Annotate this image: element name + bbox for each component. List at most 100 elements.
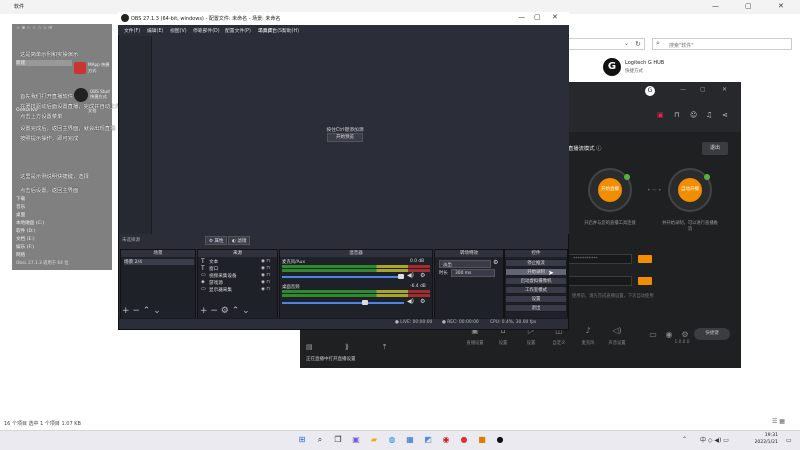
speaker-icon[interactable]: ◁) [604, 326, 630, 335]
start-preview-button[interactable]: 开始预览 [327, 133, 363, 142]
app-icon[interactable]: ■ [476, 434, 488, 446]
volume-slider[interactable] [282, 276, 404, 278]
gift-icon[interactable]: ▣ [657, 111, 664, 119]
exit-button[interactable]: 退出 [505, 304, 567, 312]
minimize-icon[interactable]: — [712, 2, 719, 10]
source-item[interactable]: 显示器采集 [209, 287, 232, 293]
minimize-icon[interactable]: — [518, 13, 525, 21]
address-bar[interactable] [565, 38, 645, 50]
search-icon[interactable]: ⌕ [314, 434, 326, 446]
volume-knob[interactable] [398, 274, 404, 279]
start-icon[interactable]: ⊞ [296, 434, 308, 446]
maximize-icon[interactable]: ▢ [700, 86, 706, 93]
volume-slider[interactable] [282, 302, 404, 304]
search-input[interactable]: 搜索"软件" [652, 38, 792, 50]
exit-button[interactable]: 退出 [702, 142, 728, 155]
scene-icon[interactable]: ▤ [306, 343, 313, 351]
obs-taskbar-icon[interactable]: ● [494, 434, 506, 446]
start-live-button[interactable]: 开始直播 [598, 178, 622, 202]
bell-icon[interactable]: ♫ [706, 111, 712, 119]
add-remove-icons[interactable]: + − ⌃ ⌄ [122, 306, 161, 316]
auto-live-button[interactable]: 自动开播 [678, 178, 702, 202]
gear-icon[interactable]: ⚙ [420, 272, 425, 279]
share-icon[interactable]: ⋖ [722, 111, 728, 119]
obs-icon[interactable] [74, 88, 88, 102]
menu-tools[interactable]: 工具(T) [258, 27, 274, 34]
app-icon[interactable]: ● [458, 434, 470, 446]
duration-input[interactable]: 300 ms [451, 269, 495, 277]
scene-item[interactable]: 场景 2/4 [124, 259, 194, 265]
app-icon[interactable] [74, 62, 86, 74]
start-recording-button[interactable]: 开始录制 [505, 268, 567, 276]
nav-item[interactable]: 桌面 [16, 212, 25, 218]
text-source-icon: T [201, 258, 205, 265]
transition-select[interactable]: 淡出 [439, 260, 491, 268]
logitech-g-logo[interactable]: G [603, 58, 621, 76]
folder-icon[interactable]: ▰ [368, 434, 380, 446]
minimize-icon[interactable]: — [680, 86, 686, 93]
store-icon[interactable]: ▦ [404, 434, 416, 446]
nav-item[interactable]: 本地磁盘 (C:) [16, 220, 44, 226]
menu-view[interactable]: 视图(V) [170, 27, 187, 34]
source-item[interactable]: 文本 [209, 259, 218, 265]
maximize-icon[interactable]: ▢ [534, 13, 541, 21]
edge-icon[interactable]: ◍ [386, 434, 398, 446]
nav-item[interactable]: 文档 (E:) [16, 236, 35, 242]
view-toggle-icon[interactable]: ☰ ▦ [772, 418, 785, 425]
settings-button[interactable]: 设置 [505, 295, 567, 303]
visibility-icons[interactable]: ◉ ⊓ ◉ ⊓ ◉ ⊓ ◉ ⊓ ◉ ⊓ [261, 258, 270, 293]
gear-icon[interactable]: ⚙ [493, 259, 498, 266]
nav-item[interactable]: 新建 [16, 60, 72, 66]
tray-icons[interactable]: 中 ◇ ◀) ▭ [700, 435, 729, 444]
properties-button[interactable]: ⚙ 属性 [205, 236, 228, 245]
speaker-icon[interactable]: ◀) [407, 298, 414, 305]
apply-button[interactable] [638, 255, 652, 263]
microphone-icon[interactable]: ♪ [575, 326, 601, 335]
nav-item[interactable]: 下载 [16, 196, 25, 202]
filters-button[interactable]: ◐ 滤镜 [228, 236, 251, 245]
source-item[interactable]: 视频采集设备 [209, 273, 237, 279]
clock-date[interactable]: 2022/1/21 [748, 440, 778, 445]
app-icon[interactable]: ◉ [440, 434, 452, 446]
volume-knob[interactable] [362, 300, 368, 305]
file-name[interactable]: Logitech G HUB [625, 60, 664, 66]
panel-toolbar[interactable]: ☆ ⊕ ☆ ☆ ☆ ☆ ✉ [16, 26, 52, 31]
maximize-icon[interactable]: ▢ [745, 2, 752, 10]
close-icon[interactable]: ✕ [552, 13, 558, 21]
menu-profile[interactable]: 配置文件(P) [225, 27, 251, 34]
chat-icon[interactable]: ▣ [350, 434, 362, 446]
apply-button[interactable] [638, 277, 652, 285]
nav-item[interactable]: 软件 (D:) [16, 228, 35, 234]
nav-item[interactable]: 音乐 [16, 204, 25, 210]
menu-file[interactable]: 文件(F) [124, 27, 140, 34]
gear-icon[interactable]: ⚙ [420, 298, 425, 305]
studio-mode-button[interactable]: 工作室模式 [505, 286, 567, 294]
nav-item[interactable]: 网络 [16, 252, 25, 258]
stop-streaming-button[interactable]: 停止推流 [505, 259, 567, 267]
clock-time[interactable]: 19:31 [748, 433, 778, 438]
media-icon[interactable]: ⟫ [345, 343, 349, 351]
close-icon[interactable]: ✕ [722, 86, 727, 93]
virtual-camera-button[interactable]: 启动虚拟摄像机 [505, 277, 567, 285]
menu-help[interactable]: 帮助(H) [282, 27, 299, 34]
menu-edit[interactable]: 编辑(E) [147, 27, 163, 34]
task-view-icon[interactable]: ❐ [332, 434, 344, 446]
source-item[interactable]: 窗口 [209, 266, 218, 272]
refresh-icon[interactable]: ↻ [635, 40, 641, 48]
add-remove-icons[interactable]: + − ⚙ ⌃ ⌄ [200, 306, 250, 316]
notification-icon[interactable]: ▭ [786, 437, 792, 444]
upload-icon[interactable]: ⤒ [383, 343, 386, 352]
app-icon[interactable]: ◩ [422, 434, 434, 446]
close-icon[interactable]: ✕ [778, 2, 784, 10]
server-field[interactable] [568, 276, 632, 286]
lock-icon[interactable]: ⊓ [674, 111, 679, 119]
speaker-icon[interactable]: ◀) [407, 272, 414, 279]
source-item[interactable]: 游戏源 [209, 280, 223, 286]
stream-key-field[interactable]: *********** [568, 254, 632, 264]
nav-item[interactable]: 娱乐 (F:) [16, 244, 34, 250]
tray-chevron-icon[interactable]: ⌃ [682, 436, 687, 443]
profile-icon[interactable]: ☺ [690, 111, 697, 119]
menu-docks[interactable]: 停靠部件(D) [193, 27, 220, 34]
hotkey-button[interactable]: 快捷键 [694, 328, 730, 340]
chevron-down-icon[interactable]: ⌄ [624, 40, 629, 47]
